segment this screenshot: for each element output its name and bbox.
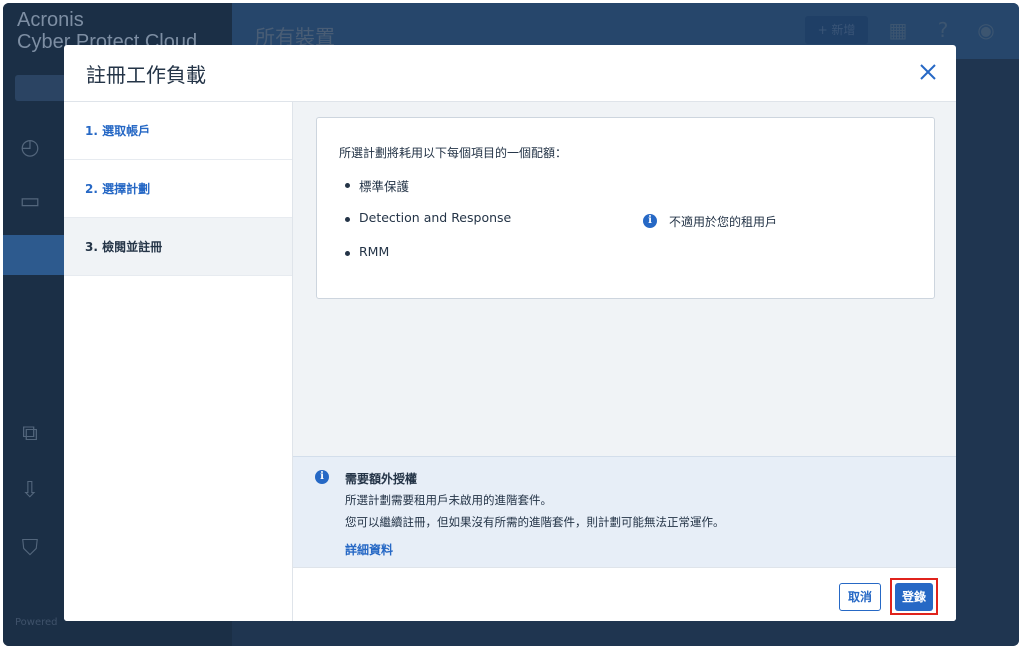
apps-grid-icon[interactable]: ▦ [885, 17, 911, 43]
step-review-register[interactable]: 3. 檢閱並註冊 [64, 218, 292, 276]
dialog-title: 註冊工作負載 [86, 63, 206, 87]
step-select-account[interactable]: 1. 選取帳戶 [64, 102, 292, 160]
register-button[interactable]: 登錄 [895, 583, 933, 611]
close-icon[interactable] [916, 62, 940, 86]
bullet-icon [345, 183, 350, 188]
register-workload-dialog: 註冊工作負載 1. 選取帳戶 2. 選擇計劃 3. 檢閱並註冊 所選計劃將耗用以… [64, 45, 956, 621]
new-button[interactable]: + 新增 [805, 16, 868, 44]
dialog-content: 所選計劃將耗用以下每個項目的一個配額： 標準保護 Detection and R… [293, 102, 956, 621]
cancel-button[interactable]: 取消 [839, 583, 881, 611]
dialog-footer: 取消 登錄 [293, 567, 956, 621]
info-icon: i [315, 470, 329, 484]
info-icon: i [643, 214, 657, 228]
wizard-steps: 1. 選取帳戶 2. 選擇計劃 3. 檢閱並註冊 [64, 102, 293, 621]
notice-line-1: 所選計劃需要租用戶未啟用的進階套件。 [345, 493, 552, 507]
quota-card: 所選計劃將耗用以下每個項目的一個配額： 標準保護 Detection and R… [316, 117, 935, 299]
quota-item-rmm: RMM [359, 244, 390, 259]
quota-item-standard-protection: 標準保護 [359, 179, 410, 194]
notice-line-2: 您可以繼續註冊，但如果沒有所需的進階套件，則計劃可能無法正常運作。 [345, 515, 725, 529]
dialog-header: 註冊工作負載 [64, 45, 956, 102]
license-notice: i 需要額外授權 所選計劃需要租用戶未啟用的進階套件。 您可以繼續註冊，但如果沒… [293, 456, 956, 567]
powered-by: Powered [15, 617, 58, 628]
help-icon[interactable]: ? [930, 17, 956, 43]
brand-line1: Acronis [17, 9, 84, 31]
quota-item-detection-response: Detection and Response [359, 210, 512, 225]
shield-icon[interactable]: ⛉ [17, 536, 43, 562]
account-icon[interactable]: ◉ [973, 17, 999, 43]
quota-item-note: 不適用於您的租用戶 [669, 215, 778, 229]
close-icon-glyph [920, 64, 936, 80]
download-icon[interactable]: ⇩ [17, 478, 43, 504]
quota-intro: 所選計劃將耗用以下每個項目的一個配額： [339, 146, 568, 160]
dashboard-icon[interactable]: ◴ [17, 135, 43, 161]
step-choose-plan[interactable]: 2. 選擇計劃 [64, 160, 292, 218]
details-link[interactable]: 詳細資料 [345, 541, 393, 558]
bullet-icon [345, 251, 350, 256]
bullet-icon [345, 217, 350, 222]
devices-icon[interactable]: ▭ [17, 189, 43, 215]
notice-title: 需要額外授權 [345, 472, 418, 486]
copy-icon[interactable]: ⧉ [17, 421, 43, 447]
